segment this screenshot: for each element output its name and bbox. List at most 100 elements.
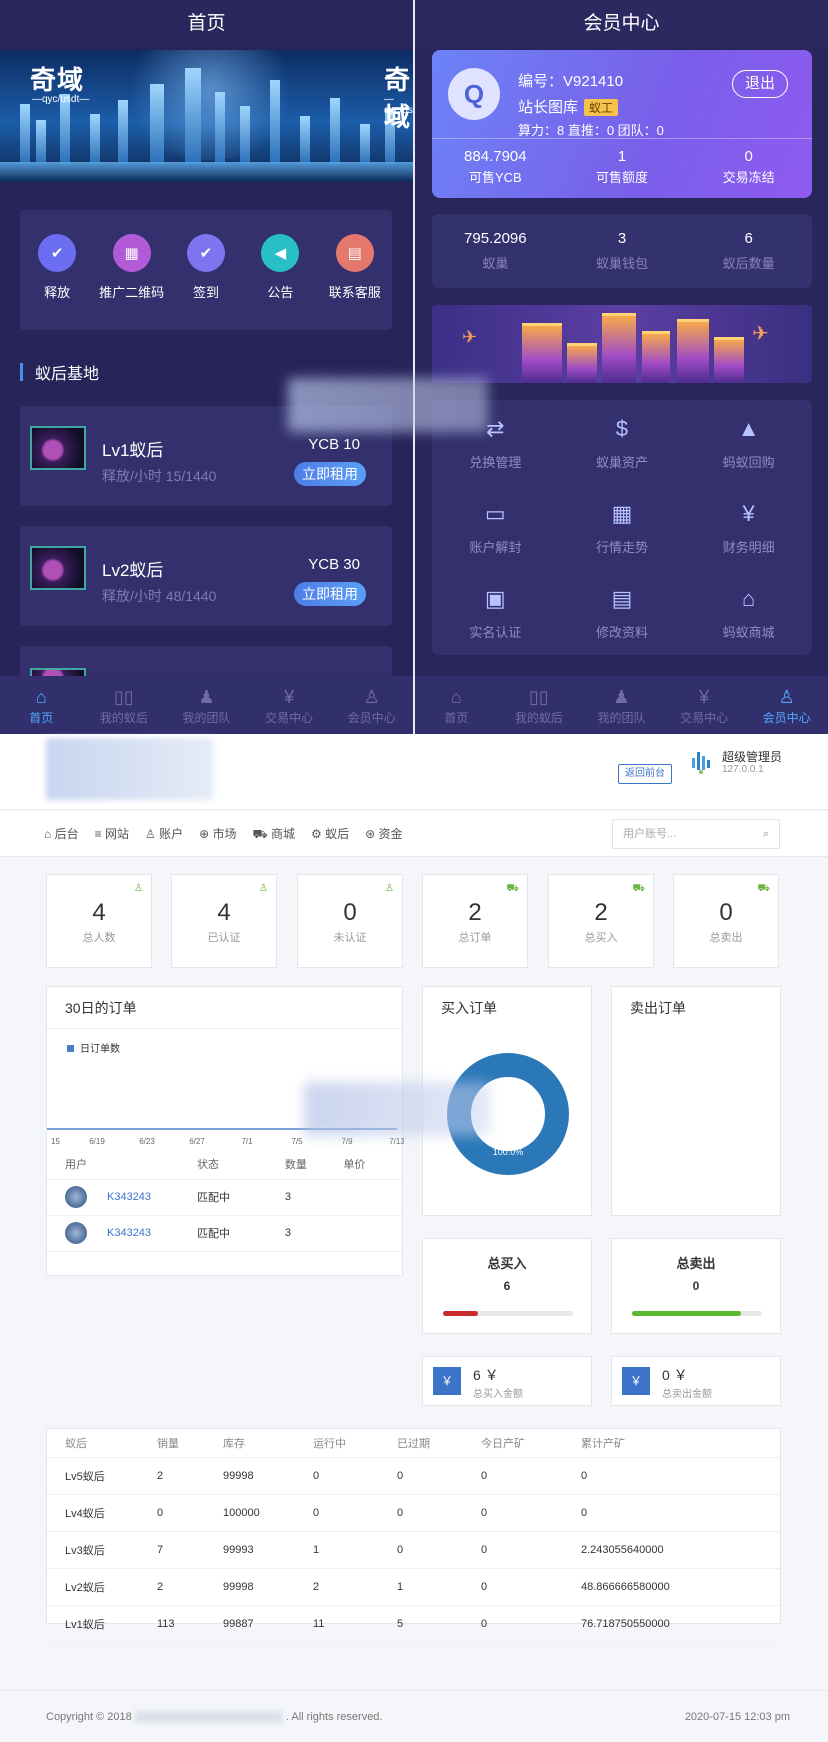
table-cell: 0 [581, 1457, 780, 1495]
table-cell: 2.243055640000 [581, 1531, 780, 1569]
grid-item-real-name[interactable]: ▣ 实名认证 [432, 570, 559, 655]
grid-label: 蚂蚁商城 [722, 625, 775, 640]
qrcode-icon: ▦ [112, 234, 151, 272]
user-icon: ♙ [363, 686, 380, 707]
grid-item-edit-profile[interactable]: ▤ 修改资料 [559, 570, 686, 655]
tab-trade-center[interactable]: ¥ 交易中心 [663, 676, 746, 734]
home-banner[interactable]: 奇域 —qyc/usdt— 奇域 —qyc/usdt— [0, 50, 413, 182]
level-badge: 蚁工 [584, 99, 619, 116]
tab-trade-center[interactable]: ¥ 交易中心 [248, 676, 331, 734]
progress-fill [632, 1311, 742, 1316]
table-row: K343243 匹配中 3 [47, 1215, 402, 1252]
search-icon[interactable]: ⌕ [763, 820, 769, 848]
tab-label: 首页 [29, 710, 54, 725]
user-icon: ♙ [134, 883, 143, 894]
grid-item-nest-assets[interactable]: $ 蚁巢资产 [559, 400, 686, 485]
tab-member-center[interactable]: ♙ 会员中心 [745, 676, 828, 734]
table-cell: 0 [157, 1494, 223, 1532]
tab-my-team[interactable]: ♟ 我的团队 [580, 676, 663, 734]
table-cell: 0 [397, 1531, 481, 1569]
quick-item-qrcode[interactable]: ▦ 推广二维码 [97, 234, 167, 330]
orders-table: 用户 状态 数量 单价 K343243 匹配中 3 K343243 匹配中 3 [47, 1149, 402, 1252]
announcement-icon: ◀ [261, 234, 300, 272]
stat-label: 总卖出 [709, 932, 743, 944]
table-cell: 76.718750550000 [581, 1605, 780, 1643]
table-cell: 0 [481, 1568, 581, 1606]
nav-item-mall[interactable]: ⛟ 商城 [253, 825, 295, 843]
table-cell: 2 [313, 1568, 397, 1606]
watermark-blur [304, 1082, 490, 1136]
user-icon: ♙ [259, 883, 268, 894]
member-banner[interactable]: ✈ ✈ [432, 305, 812, 383]
grid-item-mall[interactable]: ⌂ 蚂蚁商城 [685, 570, 812, 655]
stat-frozen: 0 交易冻结 [685, 148, 812, 186]
price-cell [343, 1179, 402, 1216]
tab-label: 我的蚁后 [99, 710, 148, 725]
table-header-row: 用户 状态 数量 单价 [47, 1149, 402, 1180]
tab-member-center[interactable]: ♙ 会员中心 [330, 676, 413, 734]
grid-item-buyback[interactable]: ▲ 蚂蚁回购 [685, 400, 812, 485]
quick-item-release[interactable]: ✔ 释放 [22, 234, 92, 330]
rent-button[interactable]: 立即租用 [294, 462, 366, 486]
logout-button[interactable]: 退出 [732, 70, 788, 98]
nav-item-market[interactable]: ⊕ 市场 [199, 825, 236, 842]
table-cell: 99993 [223, 1531, 313, 1569]
user-icon: ♙ [385, 883, 394, 894]
tab-home[interactable]: ⌂ 首页 [415, 676, 498, 734]
grid-item-unlock-account[interactable]: ▭ 账户解封 [432, 485, 559, 570]
coin-icon: ⊛ [365, 827, 376, 841]
nav-label: 市场 [212, 827, 237, 841]
nav-label: 后台 [54, 827, 79, 841]
table-cell: 0 [481, 1494, 581, 1532]
nav-item-funds[interactable]: ⊛ 资金 [365, 825, 402, 842]
tab-my-queens[interactable]: ▯▯ 我的蚁后 [498, 676, 581, 734]
card-release-rate: 释放/小时 48/1440 [102, 588, 217, 604]
qty-cell: 3 [284, 1179, 344, 1216]
stat-card-total-users: ♙ 4 总人数 [46, 874, 152, 968]
ant-queen-table: 蚁后 销量 库存 运行中 已过期 今日产矿 累计产矿 Lv5蚁后 2 99998 0 0 0 0 Lv4蚁后… [47, 1429, 780, 1643]
user-link[interactable]: K343243 [107, 1227, 151, 1239]
avatar: Q [448, 68, 500, 120]
tab-my-team[interactable]: ♟ 我的团队 [165, 676, 248, 734]
quick-label: 公告 [267, 285, 294, 300]
admin-user-name[interactable]: 超级管理员 [722, 748, 782, 765]
home-screen: 首页 奇域 —qyc/usdt— 奇域 —qyc/usdt— ✔ [0, 0, 413, 734]
table-cell: 0 [397, 1457, 481, 1495]
section-title: 蚁后基地 [35, 366, 100, 383]
table-row: K343243 匹配中 3 [47, 1179, 402, 1216]
nav-item-accounts[interactable]: ♙ 账户 [145, 825, 183, 842]
section-accent-bar [20, 363, 23, 381]
grid-item-finance[interactable]: ¥ 财务明细 [685, 485, 812, 570]
stat-label: 总人数 [82, 932, 116, 944]
ant-queen-table-panel: 蚁后 销量 库存 运行中 已过期 今日产矿 累计产矿 Lv5蚁后 2 99998 0 0 0 0 Lv4蚁后… [46, 1428, 781, 1643]
stat-card-total-sell: ⛟ 0 总卖出 [673, 874, 779, 968]
panel-title: 卖出订单 [630, 1000, 686, 1016]
stat-label: 蚁巢钱包 [596, 256, 649, 271]
table-cell: 11 [313, 1605, 397, 1643]
stat-nest: 795.2096 蚁巢 [432, 230, 559, 272]
table-cell: 1 [313, 1531, 397, 1569]
rent-button[interactable]: 立即租用 [294, 582, 366, 606]
stat-value: 2 [468, 899, 482, 926]
user-link[interactable]: K343243 [107, 1191, 151, 1203]
search-input[interactable]: 用户账号... ⌕ [612, 819, 780, 849]
grid-item-market-trend[interactable]: ▦ 行情走势 [559, 485, 686, 570]
member-name-row: 站长图库 蚁工 [518, 96, 619, 117]
yuan-icon: ¥ [699, 686, 710, 707]
nav-item-dashboard[interactable]: ⌂ 后台 [44, 825, 79, 842]
tab-my-queens[interactable]: ▯▯ 我的蚁后 [83, 676, 166, 734]
quick-item-checkin[interactable]: ✔ 签到 [171, 234, 241, 330]
x-tick-label: 7/13 [389, 1137, 404, 1146]
nav-item-website[interactable]: ≡ 网站 [95, 825, 129, 842]
tab-home[interactable]: ⌂ 首页 [0, 676, 83, 734]
quick-item-announcement[interactable]: ◀ 公告 [245, 234, 315, 330]
tab-label: 我的蚁后 [514, 710, 563, 725]
team-icon: ♟ [613, 686, 630, 707]
quick-item-service[interactable]: ▤ 联系客服 [320, 234, 390, 330]
admin-logo-icon [692, 752, 710, 774]
nav-item-queens[interactable]: ⚙ 蚁后 [311, 825, 349, 842]
back-to-frontend-button[interactable]: 返回前台 [618, 764, 672, 784]
finance-icon: ¥ [742, 501, 755, 526]
copyright-prefix: Copyright © 2018 [46, 1711, 132, 1723]
ant-queen-card: Lv2蚁后 释放/小时 48/1440 YCB 30 立即租用 [20, 526, 392, 626]
